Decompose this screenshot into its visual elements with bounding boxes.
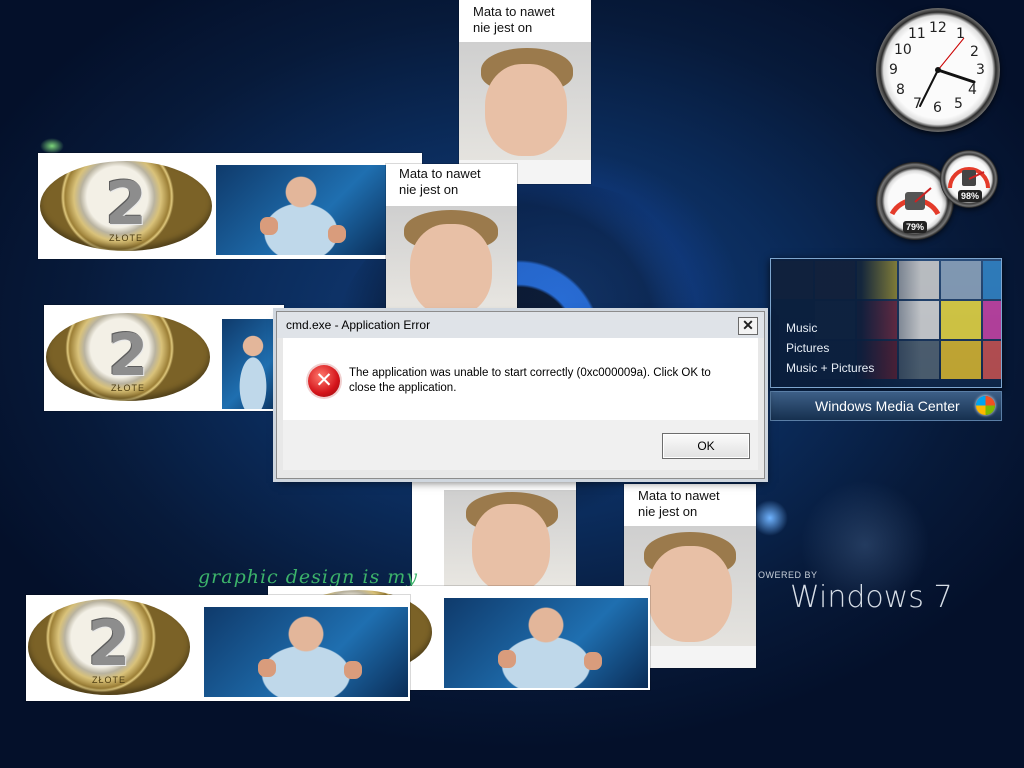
wallpaper-glow [40, 138, 64, 154]
man-photo [222, 319, 284, 409]
windows-7-logo-text: Windows 7 [790, 580, 953, 615]
photo-fist [498, 650, 516, 668]
error-message: The application was unable to start corr… [349, 367, 711, 394]
media-tile [941, 301, 981, 339]
meme-caption: Mata to nawet nie jest on [399, 166, 481, 198]
photo-face [410, 224, 492, 314]
meme-image[interactable]: Mata to nawet nie jest on [459, 0, 591, 184]
coin-number: 2 [107, 321, 149, 389]
coin-image: 2 ZŁOTE [28, 599, 190, 695]
cpu-percent: 79% [903, 221, 928, 233]
meme-image[interactable]: 2 ZŁOTE [38, 153, 422, 259]
powered-by-text: OWERED BY [758, 570, 818, 580]
media-tile [941, 261, 981, 299]
man-photo [444, 598, 648, 688]
error-icon-glyph: ✕ [315, 368, 333, 392]
memory-meter-gadget[interactable]: 98% [940, 150, 998, 208]
meme-image[interactable]: 2 ZŁOTE [26, 595, 410, 701]
memory-percent: 98% [958, 190, 983, 202]
boy-photo [444, 490, 576, 588]
error-dialog: cmd.exe - Application Error ✕ ✕ The appl… [276, 311, 765, 479]
coin-number: 2 [105, 169, 147, 239]
meme-image[interactable] [412, 470, 576, 588]
clock-gadget[interactable]: 12 1 2 3 4 5 6 7 8 9 10 11 [876, 8, 1000, 132]
meme-image[interactable]: 2 ZŁOTE [44, 305, 284, 411]
photo-face [485, 64, 567, 156]
meme-caption: Mata to nawet nie jest on [638, 488, 720, 520]
photo-fist [260, 217, 278, 235]
meme-caption-line: Mata to nawet [399, 166, 481, 181]
close-button[interactable]: ✕ [738, 317, 758, 335]
meme-caption-line: nie jest on [473, 20, 533, 35]
media-tile [983, 341, 1001, 379]
dialog-title: cmd.exe - Application Error [286, 318, 431, 332]
meme-caption-line: nie jest on [638, 504, 698, 519]
dialog-footer: OK [283, 420, 758, 470]
coin-label: ZŁOTE [108, 233, 143, 243]
graphic-design-text: graphic design is my [198, 566, 419, 588]
coin-image: 2 ZŁOTE [40, 161, 212, 251]
boy-photo [386, 206, 517, 314]
meme-caption-line: Mata to nawet [473, 4, 555, 19]
photo-face [648, 546, 732, 642]
windows-orb-icon [976, 396, 995, 415]
media-tile [941, 341, 981, 379]
media-center-label: Windows Media Center [815, 398, 960, 414]
photo-fist [258, 659, 276, 677]
coin-number: 2 [87, 607, 131, 680]
media-item-pictures[interactable]: Pictures [786, 341, 829, 355]
coin-label: ZŁOTE [91, 675, 126, 685]
media-item-music[interactable]: Music [786, 321, 817, 335]
ok-button[interactable]: OK [662, 433, 750, 459]
wallpaper-glow [752, 500, 788, 536]
dialog-titlebar[interactable]: cmd.exe - Application Error ✕ [277, 312, 764, 338]
man-photo [204, 607, 408, 697]
boy-photo [459, 42, 591, 184]
photo-fist [328, 225, 346, 243]
meme-caption-line: nie jest on [399, 182, 459, 197]
media-center-gadget[interactable]: Music Pictures Music + Pictures [770, 258, 1002, 388]
coin-label: ZŁOTE [110, 383, 145, 393]
man-photo [216, 165, 386, 255]
photo-face [472, 504, 550, 588]
media-center-bar[interactable]: Windows Media Center [770, 391, 1002, 421]
clock-hands [919, 37, 976, 107]
meme-caption-line: Mata to nawet [638, 488, 720, 503]
media-tile [983, 261, 1001, 299]
error-icon: ✕ [308, 365, 340, 397]
photo-fist [584, 652, 602, 670]
media-item-music-pictures[interactable]: Music + Pictures [786, 361, 874, 375]
dialog-body: ✕ The application was unable to start co… [283, 338, 758, 420]
coin-image: 2 ZŁOTE [46, 313, 210, 401]
photo-fist [344, 661, 362, 679]
meme-caption: Mata to nawet nie jest on [473, 4, 555, 36]
media-tile [983, 301, 1001, 339]
meme-image[interactable]: Mata to nawet nie jest on [386, 164, 517, 314]
